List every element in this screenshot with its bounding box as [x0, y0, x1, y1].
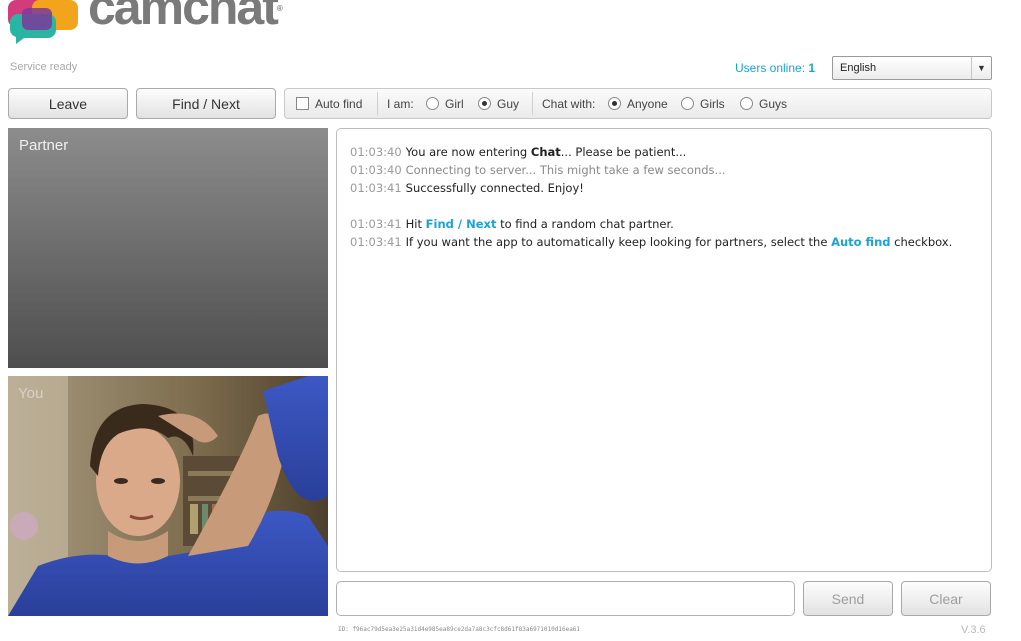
chat-message: 01:03:41 Successfully connected. Enjoy!: [350, 179, 978, 197]
chat-with-anyone-label: Anyone: [627, 96, 668, 111]
chat-message: 01:03:41 If you want the app to automatic…: [350, 233, 978, 251]
chat-with-guys-label: Guys: [759, 96, 788, 111]
chat-with-girls-label: Girls: [700, 96, 725, 111]
partner-video: Partner: [8, 128, 328, 368]
divider: [532, 92, 533, 115]
message-time: 01:03:40: [350, 163, 402, 177]
message-text: Chat: [530, 145, 561, 159]
chat-with-label: Chat with:: [542, 96, 596, 111]
webcam-image: [8, 376, 328, 616]
send-button[interactable]: Send: [803, 581, 893, 616]
radio-icon[interactable]: [608, 97, 621, 110]
message-text: ... Please be patient...: [560, 145, 687, 159]
session-id: ID: f96ac79d5ea3e25a31d4e985ea89ce2da7a8…: [338, 626, 581, 633]
message-time: 01:03:41: [350, 235, 402, 249]
brand-wordmark: camchat: [88, 0, 281, 36]
chat-bubbles-logo-icon: [8, 0, 78, 44]
partner-label: Partner: [19, 137, 69, 154]
i-am-girl-label: Girl: [445, 96, 464, 111]
leave-button[interactable]: Leave: [8, 88, 128, 119]
message-time: 01:03:40: [350, 145, 402, 159]
chat-with-anyone-radio[interactable]: Anyone: [608, 89, 668, 118]
chat-log[interactable]: 01:03:40 You are now entering Chat... Ple…: [336, 128, 992, 572]
message-highlight: Find / Next: [425, 217, 497, 231]
chat-with-label-wrap: Chat with:: [542, 89, 595, 118]
users-online: Users online: 1: [735, 61, 815, 75]
self-label: You: [18, 385, 44, 402]
radio-icon[interactable]: [740, 97, 753, 110]
message-text: If you want the app to automatically kee…: [405, 235, 832, 249]
chevron-down-icon[interactable]: ▼: [971, 57, 991, 79]
chat-with-guys-radio[interactable]: Guys: [740, 89, 787, 118]
service-status: Service ready: [10, 61, 78, 73]
language-select[interactable]: English ▼: [832, 56, 992, 80]
message-time: 01:03:41: [350, 217, 402, 231]
chat-with-girls-radio[interactable]: Girls: [681, 89, 725, 118]
users-online-count: 1: [808, 61, 816, 75]
i-am-label-wrap: I am:: [387, 89, 414, 118]
i-am-guy-radio[interactable]: Guy: [478, 89, 519, 118]
auto-find-label: Auto find: [315, 96, 363, 111]
message-text: Hit: [405, 217, 426, 231]
options-bar: Auto find I am: Girl Guy Chat with: Anyo…: [284, 88, 992, 119]
chat-message: 01:03:40 You are now entering Chat... Ple…: [350, 143, 978, 161]
radio-icon[interactable]: [426, 97, 439, 110]
radio-icon[interactable]: [681, 97, 694, 110]
message-text: You are now entering: [405, 145, 531, 159]
message-input[interactable]: [336, 581, 795, 616]
camchat-logo: camchat: [8, 0, 288, 48]
chat-message: 01:03:41 Hit Find / Next to find a random…: [350, 215, 978, 233]
i-am-guy-label: Guy: [497, 96, 520, 111]
i-am-label: I am:: [387, 96, 414, 111]
clear-button[interactable]: Clear: [901, 581, 991, 616]
chat-message: 01:03:40 Connecting to server... This mig…: [350, 161, 978, 179]
i-am-girl-radio[interactable]: Girl: [426, 89, 464, 118]
message-text: checkbox.: [890, 235, 953, 249]
radio-icon[interactable]: [478, 97, 491, 110]
divider: [377, 92, 378, 115]
language-selected: English: [840, 62, 877, 74]
message-text: to find a random chat partner.: [496, 217, 674, 231]
message-time: 01:03:41: [350, 181, 402, 195]
find-next-button[interactable]: Find / Next: [136, 88, 276, 119]
users-online-label: Users online:: [735, 61, 806, 75]
message-highlight: Auto find: [831, 235, 891, 249]
message-text: Connecting to server... This might take …: [405, 163, 726, 177]
self-video: You: [8, 376, 328, 616]
message-text: Successfully connected. Enjoy!: [405, 181, 584, 195]
checkbox-icon[interactable]: [296, 97, 309, 110]
version-label: V.3.6: [961, 624, 986, 636]
auto-find-option[interactable]: Auto find: [296, 89, 362, 118]
